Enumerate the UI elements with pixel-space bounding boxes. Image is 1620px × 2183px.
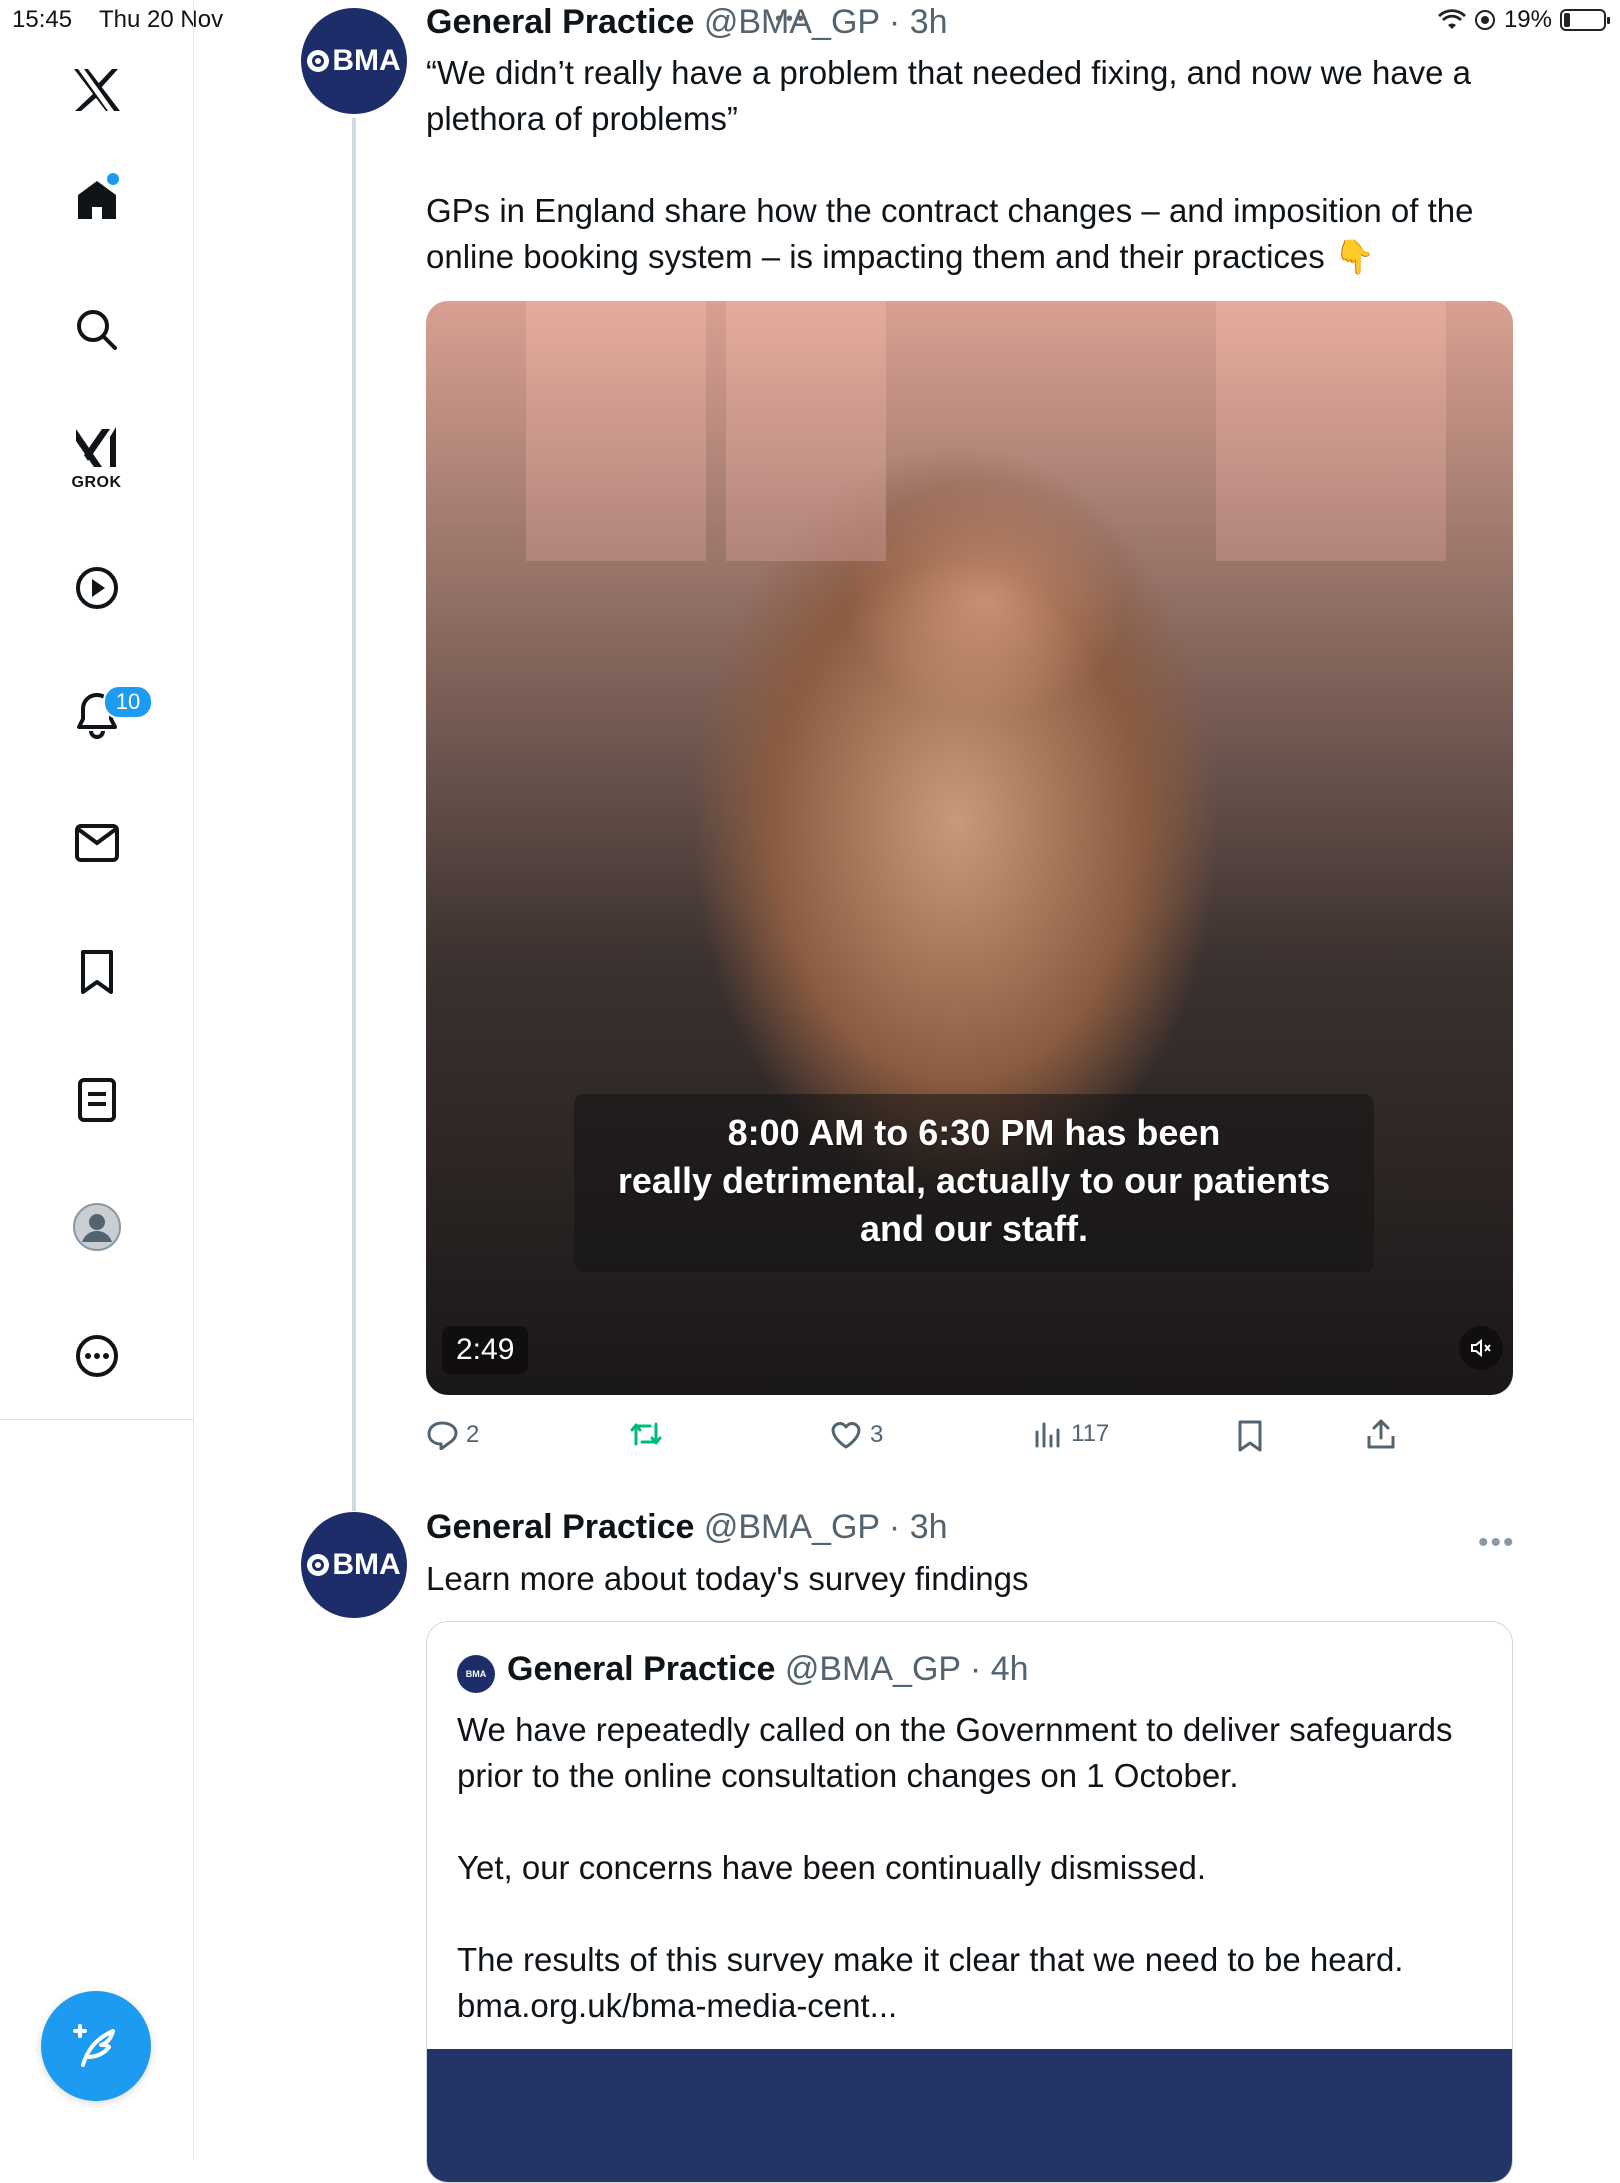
nav-profile[interactable] [0, 1187, 193, 1267]
quoted-author-name: General Practice [507, 1650, 776, 1688]
nav-lists[interactable] [0, 1060, 193, 1140]
nav-explore[interactable] [0, 290, 193, 370]
notification-count-badge: 10 [103, 685, 153, 719]
views-button[interactable]: 117 [1033, 1420, 1109, 1448]
share-button[interactable] [1366, 1418, 1396, 1450]
avatar-text: BMA [332, 1548, 401, 1581]
bookmark-icon [1238, 1420, 1262, 1452]
nav-home[interactable] [0, 160, 193, 240]
background-window [1216, 301, 1446, 561]
list-icon [77, 1078, 116, 1122]
separator-dot: · [879, 1508, 910, 1546]
share-icon [1367, 1419, 1395, 1449]
battery-icon [1560, 9, 1610, 31]
compose-post-button[interactable] [41, 1991, 151, 2101]
nav-more[interactable] [0, 1316, 193, 1396]
home-unread-dot [107, 173, 119, 185]
sidebar: GROK 10 [0, 0, 194, 2160]
mute-button[interactable] [1459, 1326, 1503, 1370]
video-caption: 8:00 AM to 6:30 PM has been really detri… [617, 1112, 1331, 1249]
orientation-lock-icon [1474, 10, 1495, 30]
envelope-icon [74, 824, 119, 862]
nav-bookmarks[interactable] [0, 932, 193, 1012]
quoted-header: General Practice @BMA_GP · 4h [507, 1650, 1029, 1689]
quoted-author-handle: @BMA_GP [784, 1650, 961, 1688]
more-circle-icon [75, 1335, 118, 1377]
background-window [526, 301, 706, 561]
post-time[interactable]: 3h [910, 1508, 948, 1546]
heart-icon [831, 1422, 861, 1449]
view-count: 117 [1071, 1420, 1110, 1447]
separator-dot: · [960, 1650, 991, 1688]
profile-avatar-icon [72, 1203, 121, 1251]
reply-icon [427, 1421, 458, 1450]
separator-dot: · [879, 3, 910, 41]
speaker-muted-icon [1471, 1338, 1491, 1358]
status-indicators: 19% [1437, 6, 1610, 34]
video-duration: 2:49 [442, 1326, 529, 1374]
x-logo[interactable] [0, 50, 193, 130]
author-handle[interactable]: @BMA_GP [704, 1508, 880, 1546]
bookmark-button[interactable] [1236, 1420, 1264, 1452]
author-name[interactable]: General Practice [426, 1508, 694, 1546]
nav-messages[interactable] [0, 803, 193, 883]
post-header: General Practice @BMA_GP · 3h [426, 3, 948, 42]
bma-logo-icon [307, 50, 330, 72]
post-header: General Practice @BMA_GP · 3h [426, 1508, 948, 1547]
post-avatar[interactable]: BMA [301, 8, 407, 114]
post-more-options-icon[interactable]: ••• [1478, 1526, 1516, 1560]
compose-feather-icon [73, 2024, 115, 2067]
quoted-post-text: We have repeatedly called on the Governm… [457, 1711, 1453, 2024]
wifi-icon [1437, 9, 1466, 30]
search-icon [76, 310, 117, 350]
repost-button[interactable] [628, 1420, 664, 1448]
views-chart-icon [1035, 1422, 1060, 1448]
post-time[interactable]: 3h [910, 3, 948, 41]
quoted-post-time: 4h [990, 1650, 1029, 1688]
avatar-text: BMA [332, 44, 401, 77]
quoted-post[interactable]: BMA General Practice @BMA_GP · 4h We hav… [426, 1621, 1513, 2183]
thread-connector-line [352, 118, 356, 1511]
like-button[interactable]: 3 [830, 1420, 883, 1450]
reply-button[interactable]: 2 [426, 1420, 479, 1450]
like-count: 3 [870, 1421, 884, 1448]
grok-label: GROK [71, 474, 122, 491]
quoted-post-image[interactable] [427, 2049, 1512, 2182]
background-window [726, 301, 886, 561]
author-handle[interactable]: @BMA_GP [704, 3, 880, 41]
play-circle-icon [75, 567, 118, 609]
nav-notifications[interactable] [0, 675, 193, 755]
post-text: Learn more about today's survey findings [426, 1560, 1029, 1597]
battery-percent: 19% [1503, 6, 1552, 33]
author-name[interactable]: General Practice [426, 3, 694, 41]
video-player[interactable]: 8:00 AM to 6:30 PM has been really detri… [426, 301, 1513, 1395]
post-text: “We didn’t really have a problem that ne… [426, 54, 1474, 275]
bma-logo-icon [307, 1554, 330, 1576]
bookmark-icon [80, 950, 113, 994]
x-logo-icon [73, 69, 120, 111]
reply-count: 2 [466, 1421, 480, 1448]
nav-videos[interactable] [0, 548, 193, 628]
quoted-avatar: BMA [457, 1655, 495, 1693]
grok-icon [75, 427, 116, 467]
repost-icon [630, 1422, 662, 1446]
post-avatar[interactable]: BMA [301, 1512, 407, 1618]
sidebar-divider [0, 1419, 193, 1420]
